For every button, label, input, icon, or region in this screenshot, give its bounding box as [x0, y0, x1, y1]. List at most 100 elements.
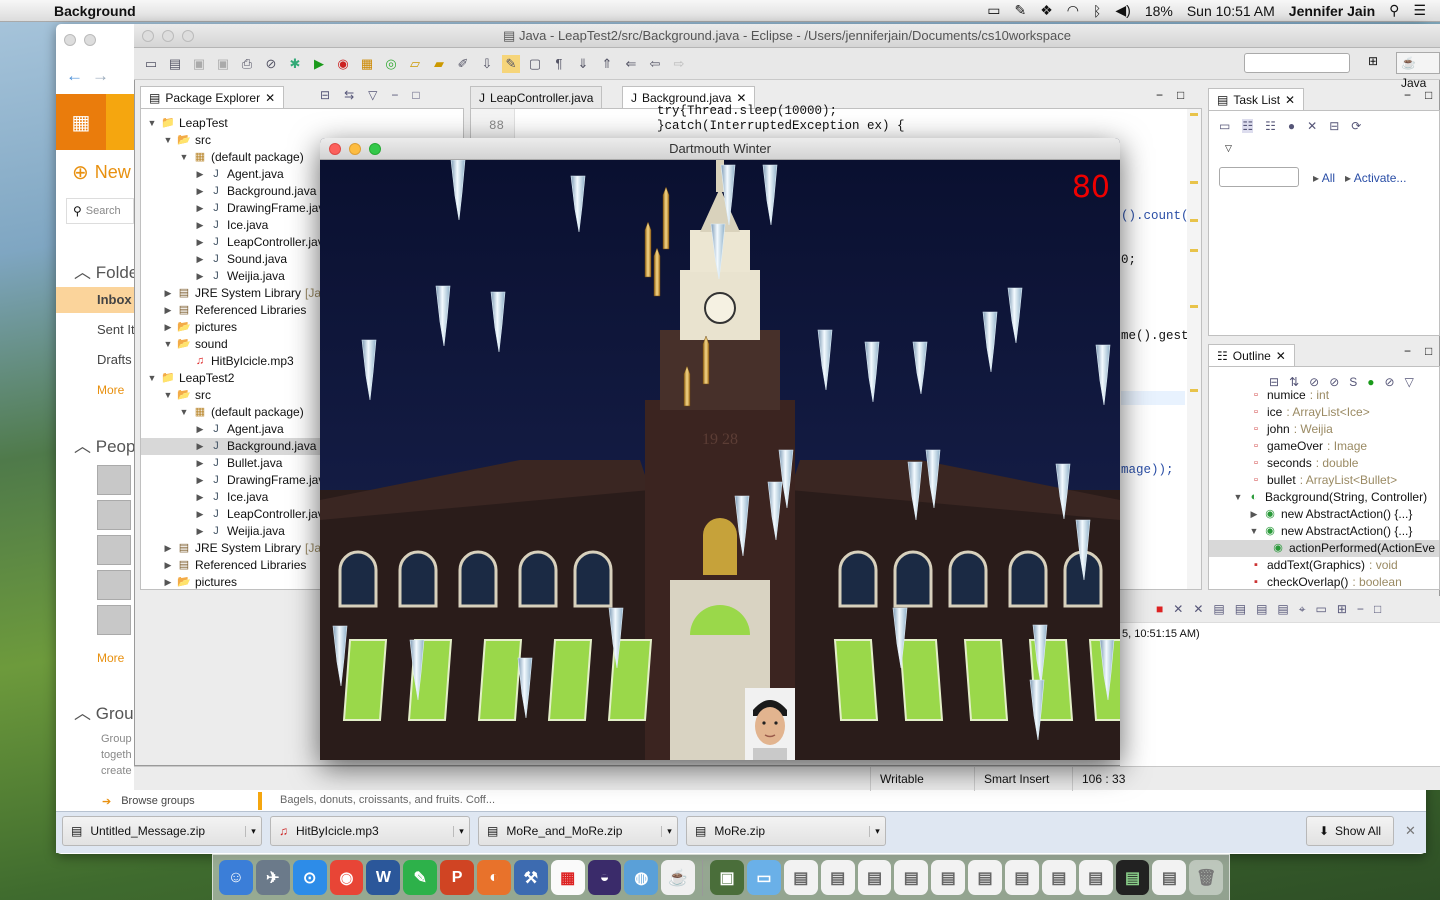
maximize-icon[interactable]: □	[1374, 602, 1381, 616]
folder-inbox[interactable]: Inbox	[97, 292, 132, 307]
open-perspective-icon[interactable]: ⊞	[1368, 54, 1378, 68]
annotation-marker[interactable]	[1190, 113, 1198, 116]
chevron-right-icon[interactable]: ▶	[195, 268, 205, 285]
player-avatar[interactable]	[745, 688, 795, 760]
folders-more-link[interactable]: More	[97, 383, 124, 397]
evernote-app-icon[interactable]: ✎	[403, 860, 438, 895]
groups-header[interactable]: ︿ Grou	[74, 699, 134, 724]
download-item[interactable]: ▤ MoRe_and_MoRe.zip ▾	[478, 816, 678, 846]
downloads-folder-icon[interactable]: ▭	[747, 860, 781, 895]
annotation-marker[interactable]	[1190, 219, 1198, 222]
mail-close-button[interactable]	[64, 34, 76, 46]
scheduled-icon[interactable]: ☷	[1265, 119, 1276, 133]
chevron-right-icon[interactable]: ▶	[195, 438, 205, 455]
run-icon[interactable]: ▶	[310, 55, 328, 73]
avatar[interactable]	[97, 500, 131, 530]
wifi-icon[interactable]: ◠	[1067, 2, 1079, 19]
outline-item[interactable]: ▼ ◉ new AbstractAction() {...}	[1209, 523, 1439, 540]
chevron-down-icon[interactable]: ▼	[147, 115, 157, 132]
preview-window-icon[interactable]: ▣	[710, 860, 744, 895]
tab-package-explorer[interactable]: ▤ Package Explorer ✕	[140, 86, 285, 109]
categorized-icon[interactable]: ☷	[1242, 119, 1254, 133]
minimized-window-icon[interactable]: ▤	[894, 860, 929, 895]
new-icon[interactable]: ▭	[142, 55, 160, 73]
activate-link[interactable]: ▸ Activate...	[1345, 171, 1406, 185]
next-annotation-icon[interactable]: ⇩	[478, 55, 496, 73]
save-icon[interactable]: ▣	[190, 55, 208, 73]
chevron-right-icon[interactable]: ▶	[163, 557, 173, 574]
outline-item[interactable]: ◉ actionPerformed(ActionEve	[1209, 540, 1439, 557]
chevron-down-icon[interactable]: ▼	[163, 387, 173, 404]
maximize-icon[interactable]: □	[1425, 88, 1432, 102]
task-filter-input[interactable]	[1219, 167, 1299, 187]
minimize-icon[interactable]: −	[1404, 344, 1411, 358]
terminate-icon[interactable]: ■	[1156, 602, 1163, 616]
trash-icon[interactable]: 🗑	[1189, 860, 1224, 895]
view-menu-icon[interactable]: ▽	[368, 88, 377, 102]
outline-item[interactable]: ▫ numice: int	[1209, 387, 1439, 404]
user-name[interactable]: Jennifer Jain	[1289, 3, 1375, 19]
finder-icon[interactable]: ☺	[219, 860, 253, 895]
chevron-right-icon[interactable]: ▶	[163, 574, 173, 591]
minimized-window-icon[interactable]: ▤	[968, 860, 1003, 895]
eclipse-minimize-button[interactable]	[162, 30, 174, 42]
maximize-icon[interactable]: □	[412, 88, 419, 102]
word-icon[interactable]: W	[366, 860, 401, 895]
close-icon[interactable]: ✕	[265, 87, 275, 109]
folder-drafts[interactable]: Drafts	[97, 352, 132, 367]
photo-booth-icon[interactable]: ◍	[624, 860, 659, 895]
annotation-marker[interactable]	[1190, 249, 1198, 252]
evernote-icon[interactable]: ✎	[1014, 2, 1026, 19]
outline-item[interactable]: ▪ addText(Graphics): void	[1209, 557, 1439, 574]
game-close-button[interactable]	[329, 143, 341, 155]
hide-completed-icon[interactable]: ✕	[1307, 119, 1317, 133]
download-item[interactable]: ▤ MoRe.zip ▾	[686, 816, 886, 846]
clock[interactable]: Sun 10:51 AM	[1187, 3, 1275, 19]
message-preview[interactable]: Bagels, donuts, croissants, and fruits. …	[280, 794, 495, 806]
chevron-right-icon[interactable]: ▶	[195, 251, 205, 268]
scroll-lock-icon[interactable]: ▤	[1213, 602, 1224, 616]
java-app-icon[interactable]: ☕	[661, 860, 696, 895]
collapse-icon[interactable]: ⊟	[1329, 119, 1339, 133]
forward-icon[interactable]: ⇨	[670, 55, 688, 73]
minimized-window-icon[interactable]: ▤	[783, 860, 818, 895]
mail-forward-icon[interactable]: →	[92, 66, 109, 86]
open-console-icon[interactable]: ⊞	[1337, 602, 1347, 616]
focus-icon[interactable]: ●	[1288, 119, 1295, 133]
chevron-right-icon[interactable]: ▶	[195, 234, 205, 251]
eclipse-zoom-button[interactable]	[182, 30, 194, 42]
chevron-right-icon[interactable]: ▶	[163, 302, 173, 319]
chevron-right-icon[interactable]: ▶	[195, 166, 205, 183]
chevron-down-icon[interactable]: ▾	[245, 825, 261, 837]
chevron-right-icon[interactable]: ▶	[195, 217, 205, 234]
toggle-block-icon[interactable]: ▢	[526, 55, 544, 73]
open-type-icon[interactable]: ▱	[406, 55, 424, 73]
annotation-marker[interactable]	[1190, 389, 1198, 392]
avatar[interactable]	[97, 605, 131, 635]
new-java-package-icon[interactable]: ▦	[358, 55, 376, 73]
game-minimize-button[interactable]	[349, 143, 361, 155]
minimized-window-icon[interactable]: ▤	[1005, 860, 1039, 895]
show-console-stdout-icon[interactable]: ▤	[1256, 602, 1267, 616]
app-launcher-icon[interactable]: ▦	[56, 94, 106, 150]
chevron-right-icon[interactable]: ▶	[195, 183, 205, 200]
outline-item[interactable]: ▫ ice: ArrayList<Ice>	[1209, 404, 1439, 421]
people-header[interactable]: ︿ Peop	[74, 432, 135, 457]
mail-search-box[interactable]: ⚲ Search	[66, 198, 134, 224]
chevron-right-icon[interactable]: ▶	[195, 472, 205, 489]
maximize-icon[interactable]: □	[1177, 88, 1184, 102]
last-edit-icon[interactable]: ⇐	[622, 55, 640, 73]
maximize-icon[interactable]: □	[1425, 344, 1432, 358]
chevron-down-icon[interactable]: ▼	[1249, 523, 1259, 540]
avatar[interactable]	[97, 535, 131, 565]
chevron-right-icon[interactable]: ▶	[163, 285, 173, 302]
next-edit-icon[interactable]: ⇓	[574, 55, 592, 73]
new-message-button[interactable]: ⊕ New	[72, 160, 131, 185]
show-whitespace-icon[interactable]: ¶	[550, 55, 568, 73]
chevron-down-icon[interactable]: ▾	[869, 825, 885, 837]
chevron-right-icon[interactable]: ▶	[195, 506, 205, 523]
minimize-icon[interactable]: −	[391, 88, 398, 102]
skip-breakpoints-icon[interactable]: ⊘	[262, 55, 280, 73]
new-wizard-icon[interactable]: ▤	[166, 55, 184, 73]
chevron-down-icon[interactable]: ▼	[163, 336, 173, 353]
